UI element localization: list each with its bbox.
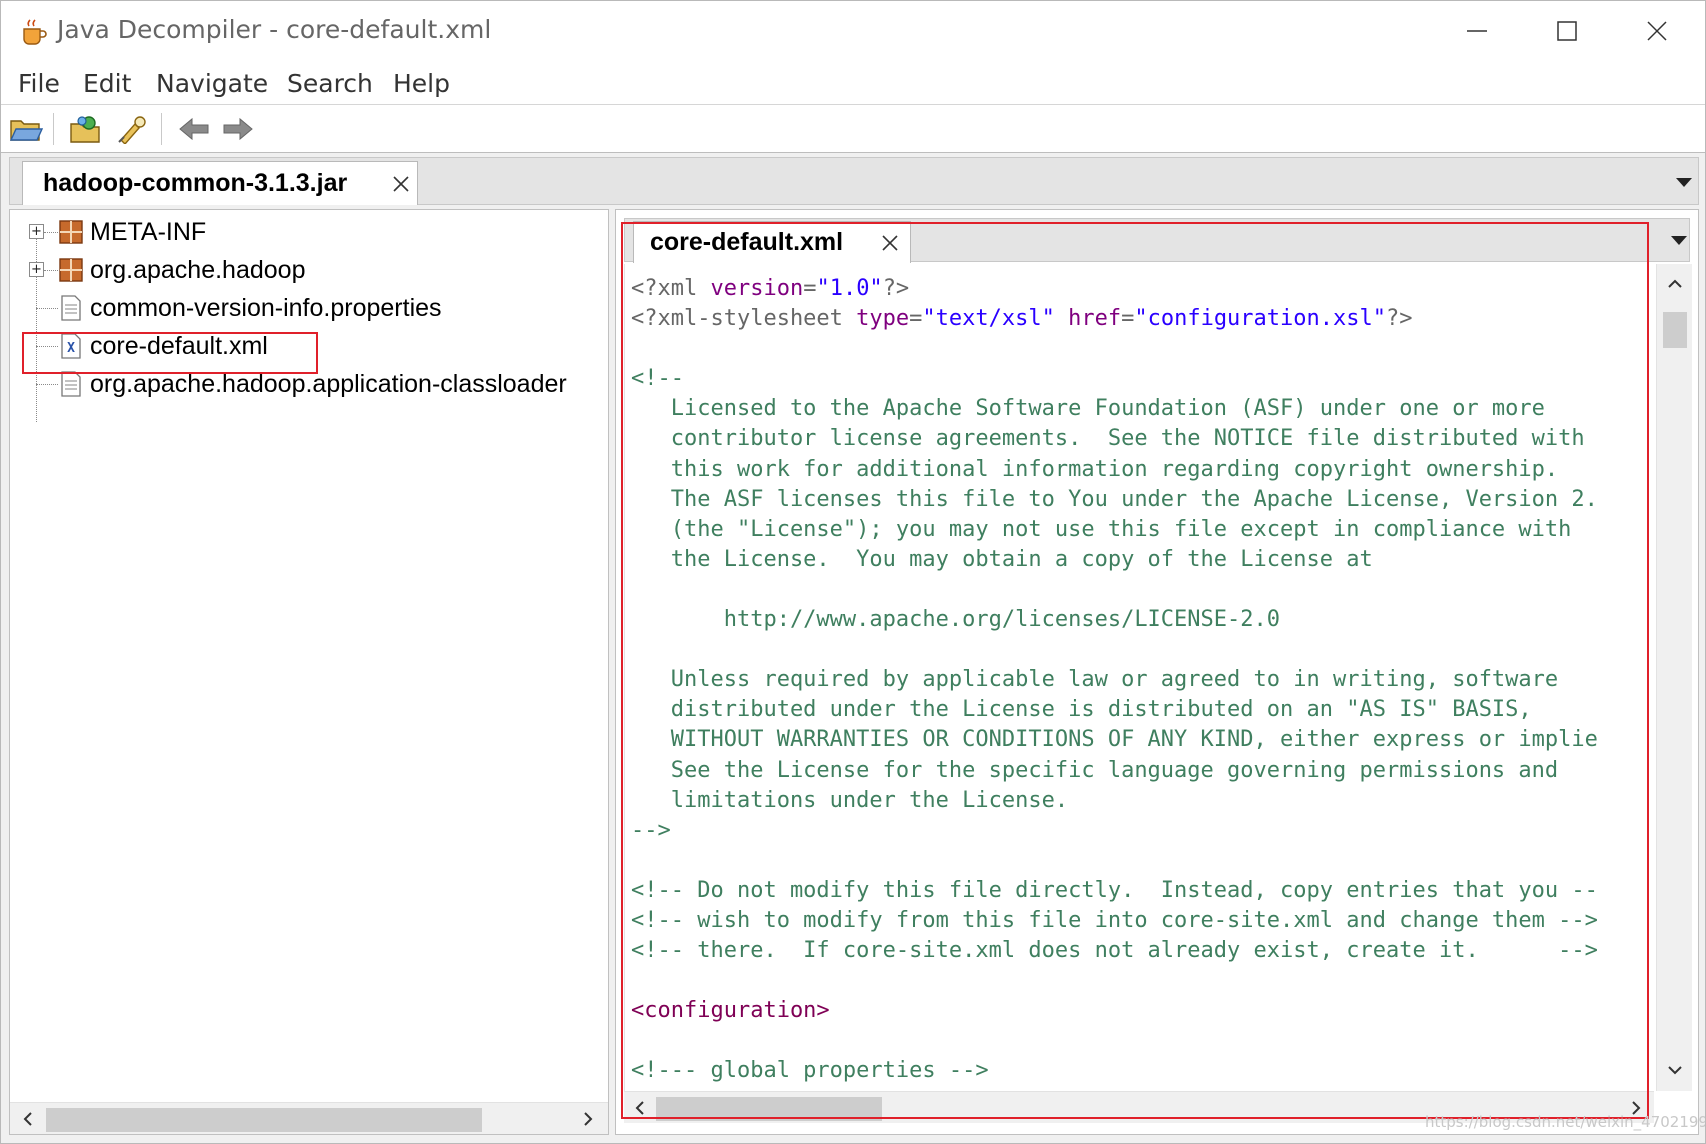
code-line: <!-- wish to modify from this file into … [631, 907, 1598, 933]
watermark: https://blog.csdn.net/weixin_47021995 [1425, 1113, 1706, 1131]
tab-label: hadoop-common-3.1.3.jar [43, 169, 348, 197]
minimize-icon [1467, 30, 1487, 32]
tab-hadoop-common-jar[interactable]: hadoop-common-3.1.3.jar [22, 161, 418, 205]
code-line: Licensed to the Apache Software Foundati… [631, 396, 1545, 422]
file-tree-panel: + META-INF + org.apache.hadoop common-ve… [9, 209, 609, 1135]
editor-vertical-scrollbar[interactable] [1656, 264, 1692, 1091]
maximize-icon [1557, 21, 1577, 41]
code-line: this work for additional information reg… [631, 456, 1559, 482]
xml-source: <?xml version="1.0"?> <?xml-stylesheet ty… [631, 274, 1598, 1087]
tree-item-common-version-info[interactable]: common-version-info.properties [10, 289, 570, 327]
tree-item-meta-inf[interactable]: + META-INF [10, 213, 570, 251]
menu-bar: File Edit Navigate Search Help [1, 63, 1705, 105]
code-line: distributed under the License is distrib… [631, 697, 1532, 723]
properties-file-icon [61, 295, 81, 321]
code-line: (the "License"); you may not use this fi… [631, 516, 1572, 542]
toolbar-separator [53, 113, 55, 145]
search-button[interactable] [113, 111, 151, 147]
tree-item-label: common-version-info.properties [90, 293, 442, 322]
chevron-down-icon [1668, 1066, 1682, 1075]
tab-core-default-xml[interactable]: core-default.xml [633, 221, 911, 263]
chevron-left-icon [23, 1112, 32, 1126]
forward-arrow-icon [223, 117, 253, 141]
code-line: <!-- [631, 366, 684, 392]
scroll-left-button[interactable] [628, 1096, 652, 1120]
code-line: contributor license agreements. See the … [631, 426, 1585, 452]
coffee-cup-icon [23, 19, 47, 45]
open-folder-icon [9, 120, 43, 141]
code-line: <!--- global properties --> [631, 1058, 989, 1084]
title-bar: Java Decompiler - core-default.xml [1, 1, 1705, 63]
menu-help[interactable]: Help [391, 68, 452, 100]
code-line: the License. You may obtain a copy of th… [631, 546, 1373, 572]
code-viewer[interactable]: <?xml version="1.0"?> <?xml-stylesheet ty… [624, 264, 1654, 1091]
maximize-button[interactable] [1527, 7, 1607, 55]
scroll-up-button[interactable] [1663, 272, 1687, 296]
code-line: <?xml version="1.0"?> [631, 276, 910, 301]
search-icon [118, 116, 146, 144]
code-line: See the License for the specific languag… [631, 757, 1559, 783]
expand-icon[interactable]: + [29, 262, 44, 277]
app-window: Java Decompiler - core-default.xml File … [0, 0, 1706, 1144]
chevron-left-icon [635, 1101, 644, 1115]
open-file-button[interactable] [7, 111, 45, 147]
code-line: <configuration> [631, 998, 830, 1024]
scroll-right-button[interactable] [576, 1107, 600, 1131]
selection-highlight-box [22, 332, 318, 374]
package-icon [59, 220, 83, 244]
forward-button[interactable] [219, 111, 257, 147]
code-line: --> [631, 817, 671, 843]
open-type-icon [70, 116, 100, 143]
menu-edit[interactable]: Edit [81, 68, 133, 100]
toolbar [1, 105, 1705, 153]
code-line: limitations under the License. [631, 787, 1069, 813]
tab-list-dropdown-icon[interactable] [1676, 178, 1692, 187]
scroll-left-button[interactable] [16, 1107, 40, 1131]
tree-item-org-apache-hadoop[interactable]: + org.apache.hadoop [10, 251, 570, 289]
package-icon [59, 258, 83, 282]
outer-tab-strip: hadoop-common-3.1.3.jar [9, 157, 1699, 205]
file-icon [61, 371, 81, 397]
tree-item-label: org.apache.hadoop [90, 255, 306, 284]
code-line: WITHOUT WARRANTIES OR CONDITIONS OF ANY … [631, 727, 1598, 753]
chevron-right-icon [584, 1112, 593, 1126]
menu-search[interactable]: Search [285, 68, 375, 100]
open-type-button[interactable] [67, 111, 105, 147]
menu-navigate[interactable]: Navigate [154, 68, 270, 100]
code-line: <!-- Do not modify this file directly. I… [631, 877, 1598, 903]
close-icon[interactable] [391, 174, 411, 194]
menu-file[interactable]: File [16, 68, 62, 100]
editor-tab-list-dropdown-icon[interactable] [1671, 236, 1687, 245]
close-icon[interactable] [880, 233, 900, 253]
code-line: The ASF licenses this file to You under … [631, 486, 1598, 512]
tree-item-label: META-INF [90, 217, 207, 246]
chevron-up-icon [1668, 279, 1682, 288]
tab-label: core-default.xml [650, 228, 844, 256]
minimize-button[interactable] [1437, 7, 1517, 55]
back-button[interactable] [175, 111, 213, 147]
code-line: <?xml-stylesheet type="text/xsl" href="c… [631, 306, 1413, 332]
editor-horizontal-scroll-thumb[interactable] [656, 1097, 882, 1121]
back-arrow-icon [179, 117, 209, 141]
toolbar-separator [161, 113, 163, 145]
scroll-down-button[interactable] [1663, 1058, 1687, 1082]
editor-tab-strip: core-default.xml [624, 218, 1690, 263]
editor-panel: core-default.xml <?xml version="1.0"?> <?… [615, 209, 1699, 1135]
close-icon [1647, 21, 1667, 41]
window-title: Java Decompiler - core-default.xml [57, 15, 492, 44]
editor-vertical-scroll-thumb[interactable] [1663, 312, 1687, 348]
tree-scroll-thumb[interactable] [46, 1108, 482, 1132]
code-line: <!-- there. If core-site.xml does not al… [631, 938, 1598, 964]
code-line: Unless required by applicable law or agr… [631, 667, 1559, 693]
code-line: http://www.apache.org/licenses/LICENSE-2… [631, 607, 1281, 633]
close-window-button[interactable] [1617, 7, 1697, 55]
tree-horizontal-scrollbar[interactable] [10, 1102, 608, 1134]
expand-icon[interactable]: + [29, 224, 44, 239]
